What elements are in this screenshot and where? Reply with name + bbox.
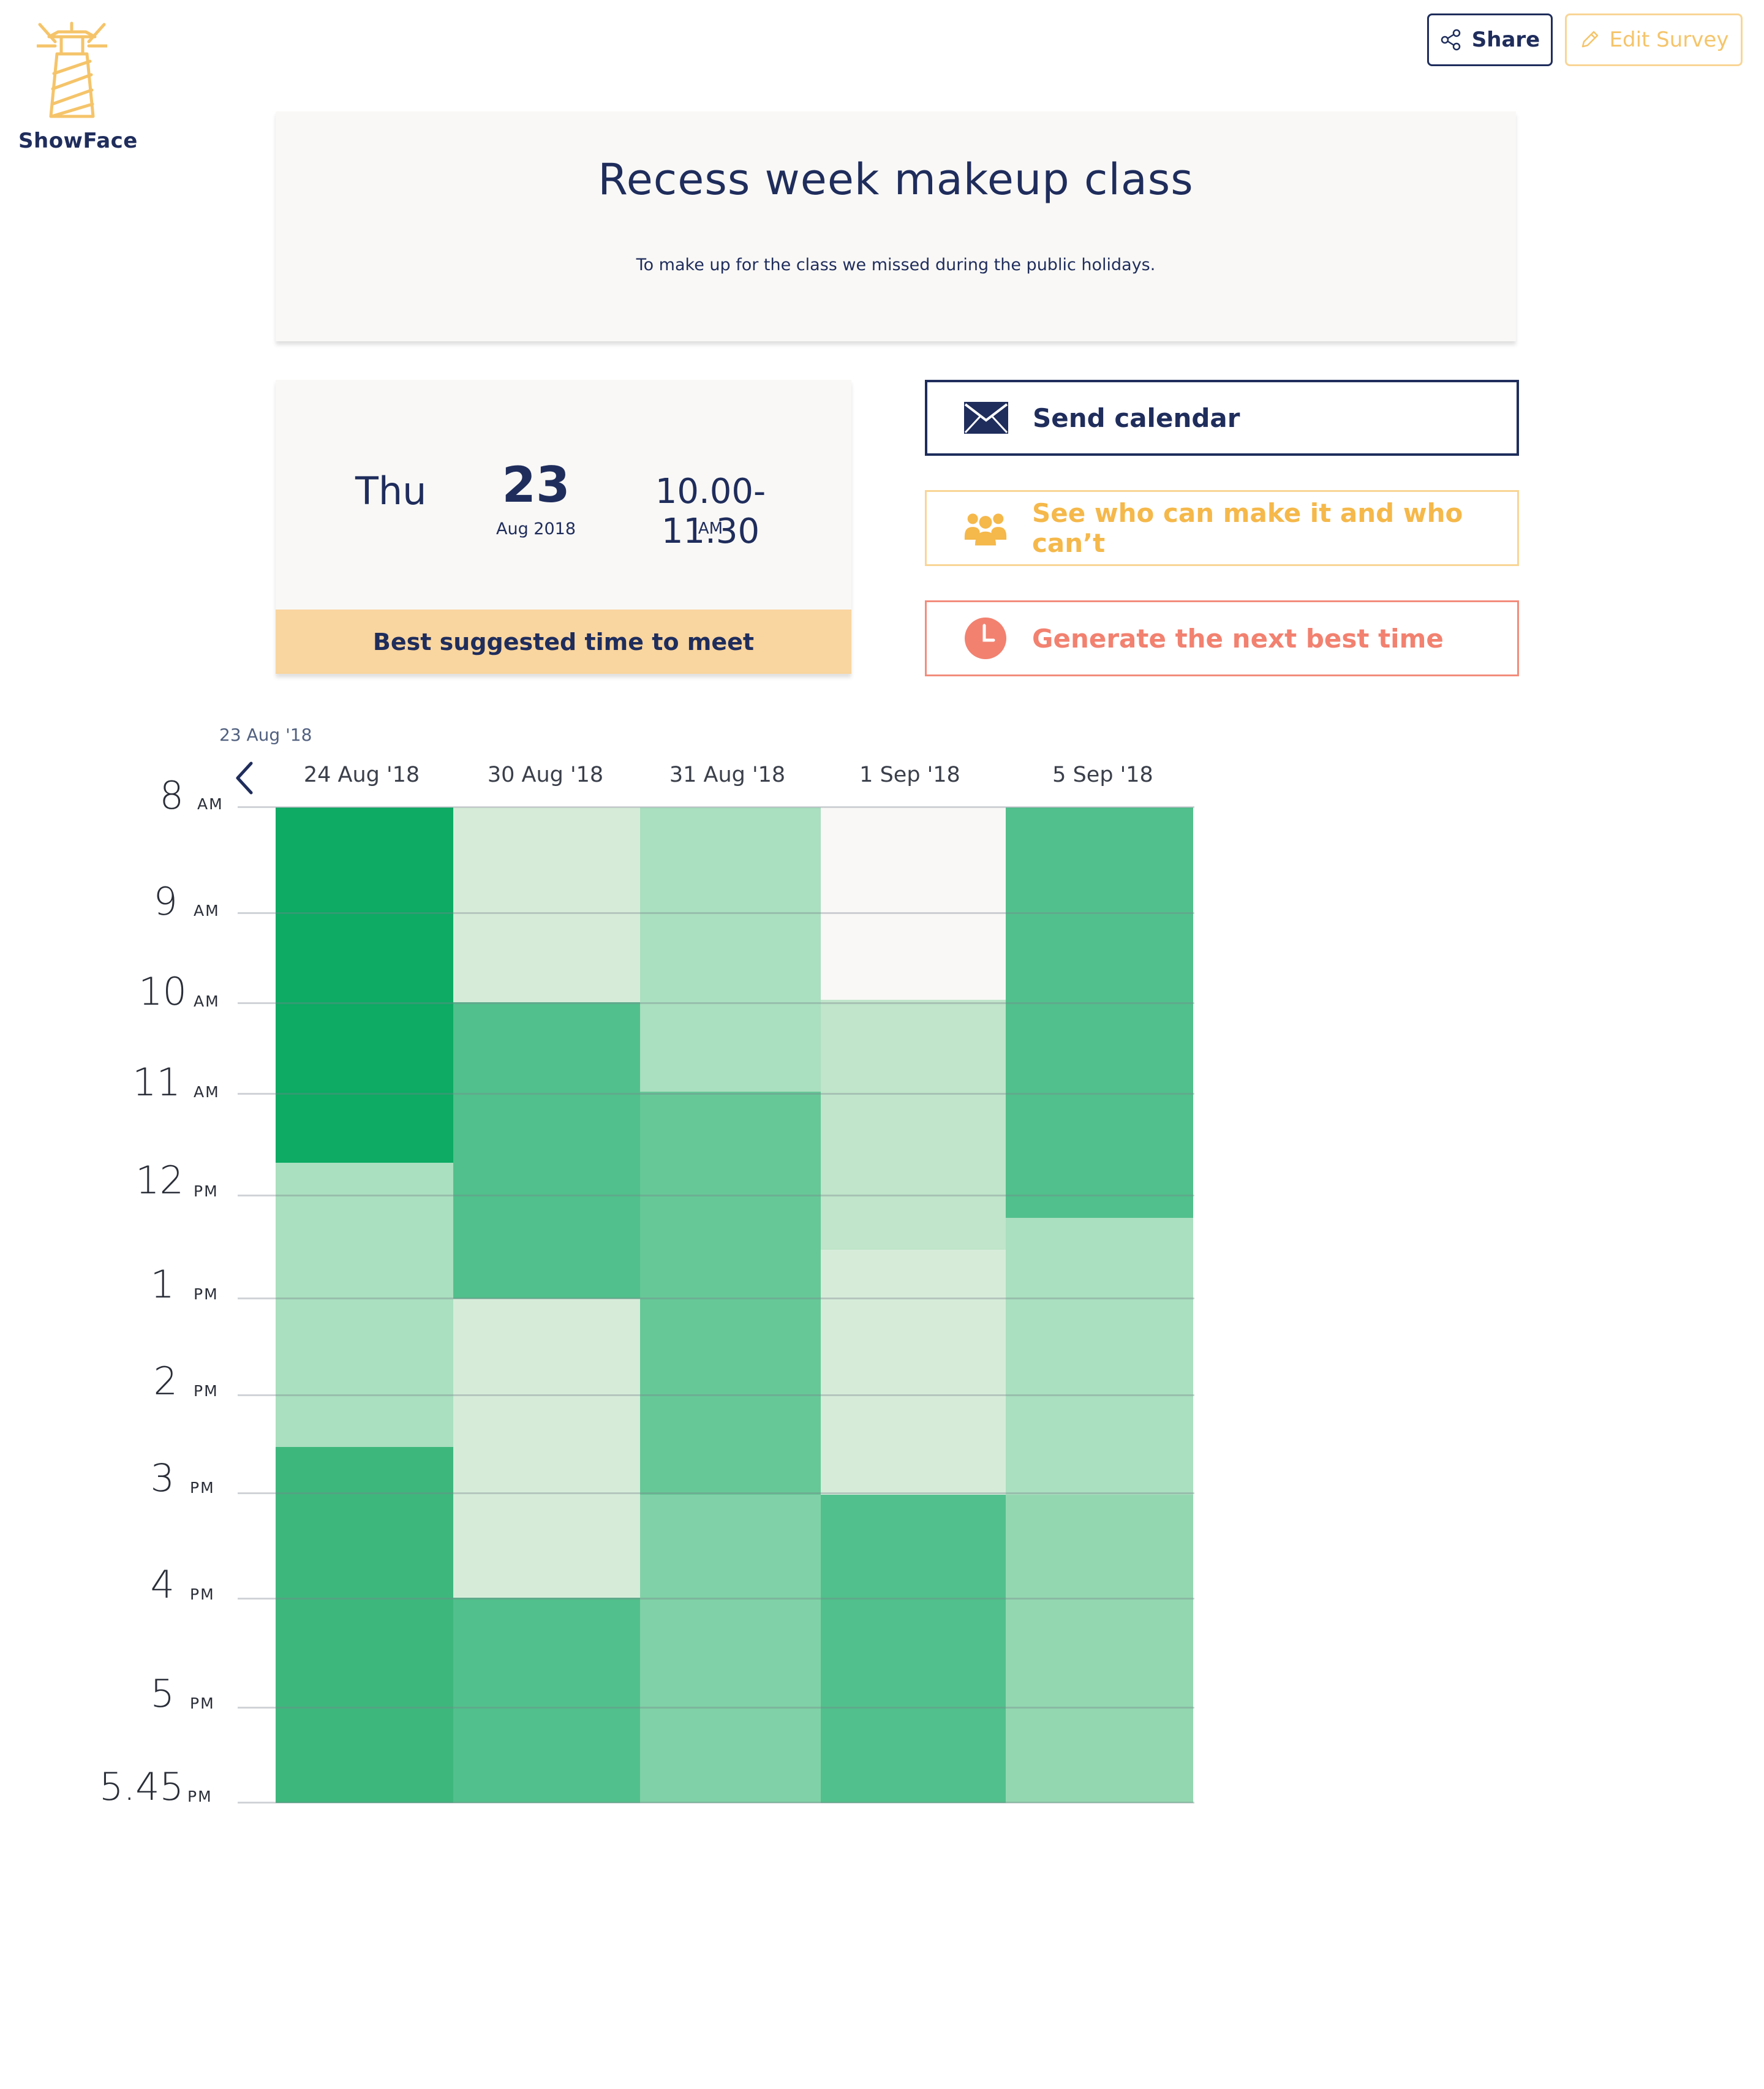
best-day: 23 bbox=[502, 456, 570, 513]
hour-label: 8 bbox=[159, 773, 184, 818]
hour-ampm: PM bbox=[194, 1285, 219, 1303]
hour-ampm: PM bbox=[190, 1479, 215, 1497]
hour-gridline bbox=[238, 912, 1194, 914]
share-label: Share bbox=[1471, 28, 1540, 52]
availability-cell[interactable] bbox=[821, 1250, 1006, 1495]
column-header: 5 Sep '18 bbox=[1052, 763, 1153, 787]
hour-gridline bbox=[238, 1298, 1194, 1299]
best-weekday: Thu bbox=[355, 469, 427, 513]
availability-cell[interactable] bbox=[640, 807, 821, 1092]
hour-label: 12 bbox=[135, 1158, 184, 1203]
availability-cell[interactable] bbox=[821, 807, 1006, 1000]
availability-cell[interactable] bbox=[640, 1092, 821, 1495]
best-month-year: Aug 2018 bbox=[496, 519, 576, 538]
generate-next-label: Generate the next best time bbox=[1032, 623, 1444, 654]
availability-cell[interactable] bbox=[453, 1299, 640, 1598]
edit-survey-button[interactable]: Edit Survey bbox=[1565, 13, 1743, 66]
availability-cell[interactable] bbox=[276, 1447, 453, 1803]
column-header: 1 Sep '18 bbox=[859, 763, 960, 787]
hour-gridline bbox=[238, 806, 1194, 808]
hour-gridline bbox=[238, 1195, 1194, 1196]
availability-cell[interactable] bbox=[276, 1163, 453, 1447]
generate-next-button[interactable]: Generate the next best time bbox=[925, 600, 1519, 676]
hour-gridline bbox=[238, 1802, 1194, 1804]
envelope-icon bbox=[964, 396, 1008, 440]
hour-label: 2 bbox=[153, 1359, 178, 1403]
hour-label: 4 bbox=[150, 1562, 175, 1607]
hour-ampm: AM bbox=[194, 902, 220, 920]
hour-label: 3 bbox=[150, 1456, 175, 1500]
people-icon bbox=[963, 506, 1008, 550]
hour-gridline bbox=[238, 1394, 1194, 1396]
lighthouse-icon bbox=[37, 21, 107, 118]
availability-cell[interactable] bbox=[1006, 1495, 1193, 1803]
send-calendar-label: Send calendar bbox=[1033, 402, 1240, 433]
best-time-caption: Best suggested time to meet bbox=[276, 610, 851, 674]
availability-cell[interactable] bbox=[821, 1495, 1006, 1803]
hour-label: 9 bbox=[153, 879, 178, 924]
hour-label: 11 bbox=[132, 1060, 181, 1105]
best-time-range: 10.00-11.30 bbox=[655, 472, 766, 551]
availability-cell[interactable] bbox=[1006, 1218, 1193, 1495]
chevron-left-icon bbox=[236, 761, 253, 795]
calendar-prev-button[interactable] bbox=[233, 760, 257, 796]
column-header: 30 Aug '18 bbox=[487, 763, 604, 787]
hour-gridline bbox=[238, 1707, 1194, 1709]
availability-cell[interactable] bbox=[453, 807, 640, 1002]
share-button[interactable]: Share bbox=[1427, 13, 1553, 66]
hour-ampm: PM bbox=[190, 1694, 215, 1712]
send-calendar-button[interactable]: Send calendar bbox=[925, 380, 1519, 456]
hour-gridline bbox=[238, 1492, 1194, 1494]
hour-gridline bbox=[238, 1598, 1194, 1600]
share-icon bbox=[1441, 29, 1461, 51]
hour-ampm: AM bbox=[194, 1083, 220, 1101]
showface-logo[interactable]: ShowFace bbox=[18, 18, 138, 165]
brand-name: ShowFace bbox=[18, 129, 138, 153]
calendar-current-date: 23 Aug '18 bbox=[219, 725, 312, 745]
availability-cell[interactable] bbox=[453, 1002, 640, 1299]
clock-icon bbox=[963, 616, 1008, 660]
hour-ampm: AM bbox=[197, 795, 224, 813]
see-who-button[interactable]: See who can make it and who can’t bbox=[925, 490, 1519, 566]
column-header: 24 Aug '18 bbox=[303, 763, 420, 787]
edit-survey-label: Edit Survey bbox=[1609, 28, 1729, 52]
availability-cell[interactable] bbox=[821, 1000, 1006, 1250]
hour-ampm: PM bbox=[194, 1182, 219, 1200]
hour-label: 1 bbox=[150, 1262, 175, 1307]
hour-gridline bbox=[238, 1002, 1194, 1004]
pencil-icon bbox=[1581, 31, 1598, 48]
survey-title: Recess week makeup class bbox=[598, 154, 1194, 205]
availability-cell[interactable] bbox=[276, 807, 453, 1163]
hour-label: 10 bbox=[138, 969, 187, 1014]
hour-ampm: AM bbox=[194, 992, 220, 1010]
hour-gridline bbox=[238, 1093, 1194, 1095]
hour-ampm: PM bbox=[194, 1382, 219, 1400]
column-header: 31 Aug '18 bbox=[669, 763, 786, 787]
hour-ampm: PM bbox=[187, 1788, 213, 1805]
hour-label: 5.45 bbox=[99, 1764, 184, 1809]
hour-label: 5 bbox=[150, 1671, 175, 1716]
availability-cell[interactable] bbox=[1006, 807, 1193, 1218]
hour-ampm: PM bbox=[190, 1585, 215, 1603]
survey-header-card: Recess week makeup class To make up for … bbox=[276, 111, 1516, 341]
see-who-label: See who can make it and who can’t bbox=[1032, 498, 1463, 558]
availability-cell[interactable] bbox=[453, 1598, 640, 1803]
best-time-card: Thu 23 Aug 2018 10.00-11.30 AM Best sugg… bbox=[276, 380, 851, 674]
best-ampm: AM bbox=[698, 519, 723, 538]
survey-description: To make up for the class we missed durin… bbox=[636, 255, 1156, 274]
availability-cell[interactable] bbox=[640, 1495, 821, 1803]
